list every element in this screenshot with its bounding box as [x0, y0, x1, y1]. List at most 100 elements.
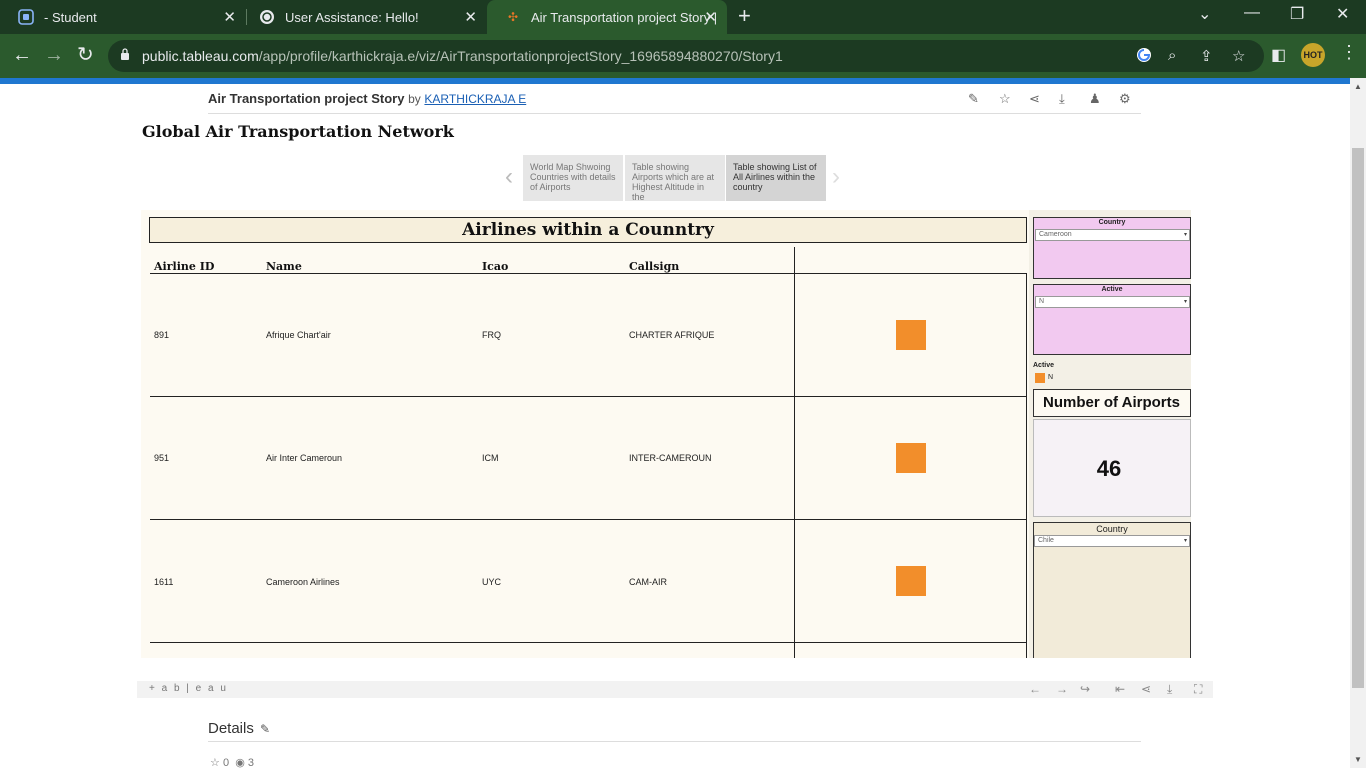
details-heading: Details	[208, 720, 254, 737]
story-point-1[interactable]: World Map Shwoing Countries with details…	[523, 155, 623, 201]
chatgpt-icon	[259, 9, 275, 25]
prev-story-point-icon[interactable]: ‹	[505, 163, 513, 191]
revert-icon[interactable]: ↪	[1080, 682, 1090, 696]
row-divider	[150, 396, 1026, 397]
author-link[interactable]: KARTHICKRAJA E	[424, 92, 526, 106]
favorites-icon[interactable]: ☆	[210, 757, 220, 769]
close-tab-icon[interactable]: ✕	[704, 8, 717, 26]
undo-icon[interactable]: ←	[1029, 682, 1041, 696]
cell-icao: FRQ	[482, 330, 501, 340]
favorite-star-icon[interactable]: ☆	[999, 91, 1011, 107]
redo-icon[interactable]: →	[1056, 682, 1068, 696]
scroll-up-icon[interactable]: ▲	[1354, 82, 1362, 91]
country-filter: Country Cameroon ▾	[1033, 217, 1191, 279]
active-marker[interactable]	[896, 566, 926, 596]
lock-icon[interactable]	[120, 48, 130, 60]
zoom-icon[interactable]: ⌕	[1168, 47, 1176, 64]
chevron-down-icon: ▾	[1183, 538, 1187, 544]
cell-icao: ICM	[482, 453, 499, 463]
country-dropdown-secondary[interactable]: Chile ▾	[1034, 535, 1190, 547]
close-tab-icon[interactable]: ✕	[223, 8, 236, 26]
favorites-count: 0	[222, 757, 230, 769]
legend-label: N	[1048, 374, 1054, 381]
share-icon[interactable]: ⋖	[1141, 682, 1151, 696]
tableau-icon: ✣	[507, 10, 519, 24]
views-count: 3	[247, 757, 254, 769]
metrics-icon[interactable]: ♟	[1089, 91, 1101, 107]
column-header-callsign[interactable]: Callsign	[629, 260, 679, 273]
close-window-icon[interactable]: ✕	[1336, 4, 1349, 24]
tab-title: User Assistance: Hello!	[285, 9, 419, 25]
cell-callsign: INTER-CAMEROUN	[629, 453, 712, 463]
kpi-box: 46	[1033, 419, 1191, 517]
active-filter: Active N ▾	[1033, 284, 1191, 355]
column-header-name[interactable]: Name	[266, 260, 302, 273]
url-text[interactable]: public.tableau.com/app/profile/karthickr…	[142, 48, 783, 64]
row-divider	[150, 642, 1026, 643]
header-divider	[208, 113, 1141, 114]
share-icon[interactable]: ⇪	[1200, 47, 1213, 65]
close-tab-icon[interactable]: ✕	[464, 8, 477, 26]
story-point-3[interactable]: Table showing List of All Airlines withi…	[726, 155, 826, 201]
active-dropdown[interactable]: N ▾	[1035, 296, 1190, 308]
google-lens-icon[interactable]	[1136, 47, 1152, 67]
active-marker[interactable]	[896, 443, 926, 473]
profile-avatar[interactable]: HOT	[1301, 43, 1325, 67]
column-header-airline-id[interactable]: Airline ID	[154, 260, 214, 273]
cell-airline-id: 951	[154, 453, 170, 463]
column-header-icao[interactable]: Icao	[482, 260, 508, 273]
viz-by-label: by	[408, 92, 421, 106]
views-icon: ◉	[235, 757, 245, 769]
tab-user-assistance[interactable]: User Assistance: Hello! ✕	[241, 0, 487, 34]
address-bar[interactable]: public.tableau.com/app/profile/karthickr…	[108, 40, 1264, 72]
airlines-table-area: Airlines within a Counntry Airline ID Na…	[141, 210, 1029, 658]
cell-name: Cameroon Airlines	[266, 577, 340, 587]
cell-name: Air Inter Cameroun	[266, 453, 343, 463]
legend-swatch[interactable]	[1035, 373, 1045, 383]
scrollbar-thumb[interactable]	[1352, 148, 1364, 688]
bookmark-star-icon[interactable]: ☆	[1232, 47, 1245, 65]
menu-dots-icon[interactable]: ⋮	[1340, 42, 1358, 63]
new-tab-button[interactable]: +	[738, 5, 751, 27]
viz-title-text: Air Transportation project Story	[208, 91, 405, 106]
settings-gear-icon[interactable]: ⚙	[1119, 91, 1131, 107]
column-divider	[794, 247, 795, 658]
share-icon[interactable]: ⋖	[1029, 91, 1040, 107]
viz-title: Air Transportation project Story by KART…	[208, 91, 526, 106]
restore-icon[interactable]: ❐	[1290, 4, 1304, 24]
next-story-point-icon[interactable]: ›	[832, 163, 840, 191]
chevron-down-icon: ▾	[1183, 299, 1187, 305]
browser-toolbar: ← → ↻ public.tableau.com/app/profile/kar…	[0, 34, 1366, 78]
browser-tab-strip: - Student ✕ User Assistance: Hello! ✕ ✣ …	[0, 0, 1366, 34]
download-icon[interactable]: ⤓	[1167, 682, 1172, 697]
download-icon[interactable]: ⤓	[1059, 91, 1065, 107]
header-rule	[150, 273, 795, 274]
back-arrow-icon[interactable]: ←	[12, 44, 32, 66]
forward-arrow-icon[interactable]: →	[44, 44, 64, 66]
minimize-icon[interactable]: —	[1244, 4, 1260, 22]
country-dropdown[interactable]: Cameroon ▾	[1035, 229, 1190, 241]
tableau-logo[interactable]: + a b | e a u	[149, 683, 228, 694]
reload-icon[interactable]: ↻	[77, 44, 94, 66]
tab-air-transportation[interactable]: ✣ Air Transportation project Story | ✕	[487, 0, 727, 34]
kpi-value: 46	[1096, 456, 1122, 481]
cell-callsign: CHARTER AFRIQUE	[629, 330, 715, 340]
tab-student[interactable]: - Student ✕	[0, 0, 246, 34]
story-title: Global Air Transportation Network	[142, 122, 454, 141]
cell-airline-id: 891	[154, 330, 170, 340]
edit-icon[interactable]: ✎	[968, 91, 979, 107]
scroll-down-icon[interactable]: ▼	[1354, 755, 1362, 764]
edit-pencil-icon[interactable]: ✎	[260, 722, 270, 736]
tab-search-chevron-icon[interactable]: ⌄	[1198, 4, 1211, 24]
tableau-toolbar: + a b | e a u ← → ↪ ⇤ ⋖ ⤓ ⛶	[137, 681, 1213, 698]
active-marker[interactable]	[896, 320, 926, 350]
fullscreen-icon[interactable]: ⛶	[1194, 682, 1202, 697]
tab-title: Air Transportation project Story |	[531, 9, 718, 25]
reset-icon[interactable]: ⇤	[1115, 682, 1125, 696]
dropdown-value: Chile	[1038, 537, 1054, 544]
filter-title: Active	[1101, 286, 1123, 293]
side-panel-icon[interactable]: ◧	[1271, 45, 1286, 67]
page-scrollbar[interactable]: ▲ ▼	[1350, 78, 1366, 768]
story-point-2[interactable]: Table showing Airports which are at High…	[625, 155, 725, 201]
table-right-border	[1026, 273, 1027, 658]
